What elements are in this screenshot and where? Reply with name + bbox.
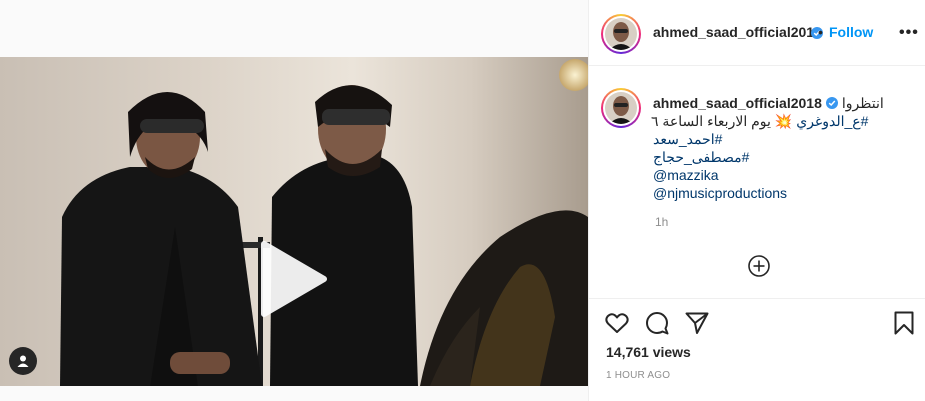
caption-text-2: 💥 يوم الاربعاء الساعة ٦ (651, 113, 793, 129)
caption-line-6: @njmusicproductions (653, 184, 913, 202)
post-header: ahmed_saad_official2018 • Follow ••• (589, 0, 925, 66)
caption-username[interactable]: ahmed_saad_official2018 (653, 94, 822, 112)
post-caption: ahmed_saad_official2018 انتظروا 💥 يوم ال… (651, 94, 913, 202)
caption-avatar[interactable] (601, 88, 641, 128)
user-tag-icon (17, 355, 29, 367)
caption-line-4: #مصطفى_حجاج (653, 148, 913, 166)
post-details-panel: ahmed_saad_official2018 • Follow ••• ahm… (588, 0, 925, 401)
hashtag-link[interactable]: #ع_الدوغري (796, 112, 868, 130)
caption-age[interactable]: 1h (655, 215, 668, 229)
media-area (0, 0, 588, 401)
heart-icon[interactable] (604, 310, 630, 336)
caption-line-1: ahmed_saad_official2018 انتظروا (653, 94, 913, 112)
profile-picture (605, 18, 637, 50)
mention-link[interactable]: @njmusicproductions (653, 184, 787, 202)
mention-link[interactable]: @mazzika (653, 166, 719, 184)
hashtag-link[interactable]: #مصطفى_حجاج (653, 148, 749, 166)
caption-line-3: #احمد_سعد (653, 130, 913, 148)
plus-circle-icon[interactable] (747, 254, 771, 278)
header-separator: • (818, 24, 823, 40)
play-icon[interactable] (252, 240, 330, 318)
caption-line-2: 💥 يوم الاربعاء الساعة ٦ #ع_الدوغري (651, 112, 913, 130)
bookmark-icon[interactable] (891, 310, 917, 336)
comment-icon[interactable] (644, 310, 670, 336)
header-username[interactable]: ahmed_saad_official2018 (653, 24, 822, 40)
hashtag-link[interactable]: #احمد_سعد (653, 130, 722, 148)
caption-profile-picture (605, 92, 637, 124)
header-avatar[interactable] (601, 14, 641, 54)
caption-line-5: @mazzika (653, 166, 913, 184)
actions-divider (589, 298, 925, 299)
caption-text: انتظروا (841, 95, 884, 111)
post-timestamp[interactable]: 1 HOUR AGO (606, 370, 670, 381)
video-frame-image (0, 57, 588, 386)
more-options-button[interactable]: ••• (899, 24, 919, 42)
user-tag-button[interactable] (9, 347, 37, 375)
paper-plane-icon[interactable] (684, 310, 710, 336)
caption-verified-badge-icon (825, 97, 838, 109)
follow-button[interactable]: Follow (829, 24, 873, 40)
post-video[interactable] (0, 57, 588, 386)
view-count[interactable]: 14,761 views (606, 344, 691, 360)
